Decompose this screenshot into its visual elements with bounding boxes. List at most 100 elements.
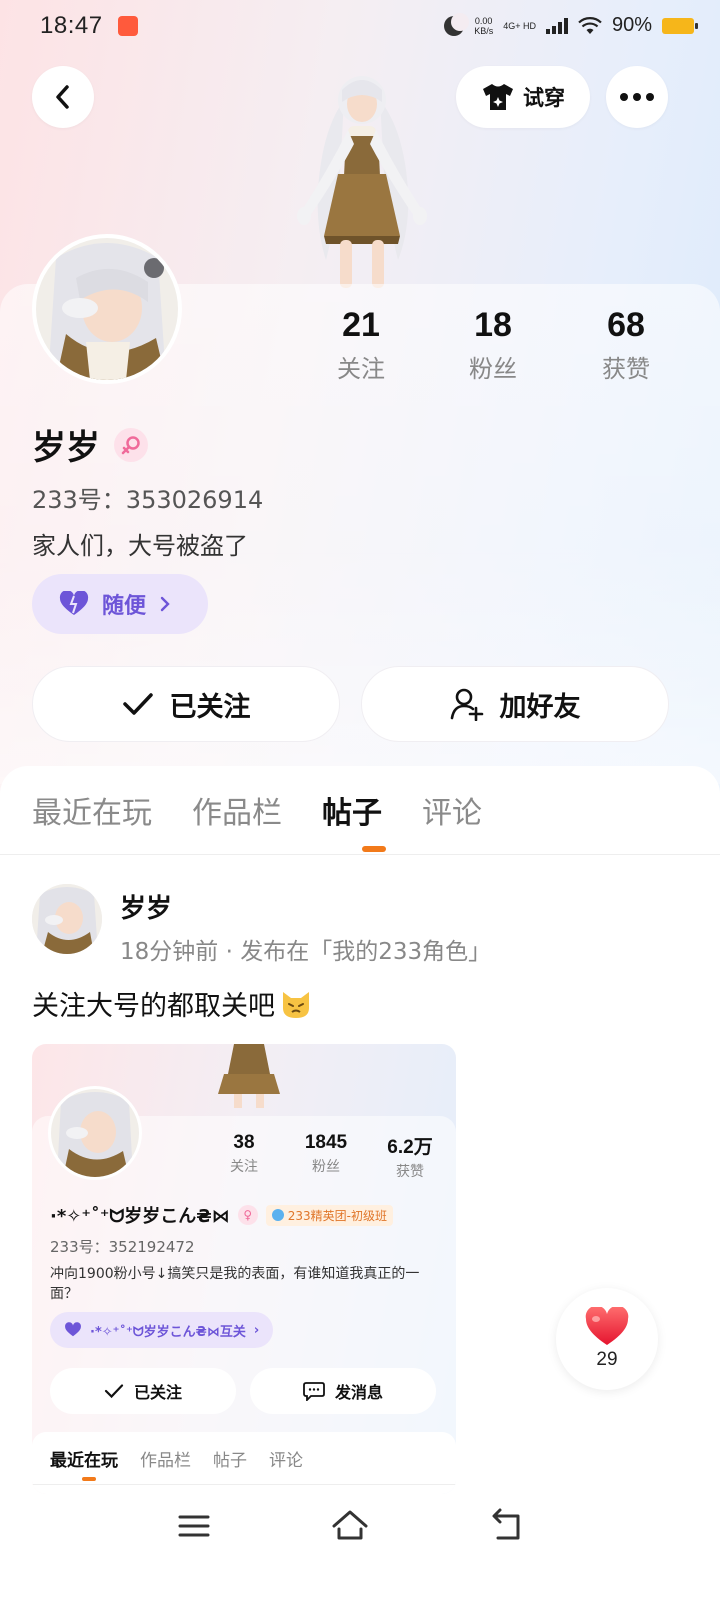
embedded-name: ·*✧⁺˚⁺ᗢ岁岁こん₴⋈	[50, 1206, 230, 1227]
embedded-following-label: 已关注	[133, 1383, 182, 1402]
more-dot-icon	[633, 93, 641, 101]
embedded-stat-label: 粉丝	[312, 1159, 340, 1175]
following-button[interactable]: 已关注	[32, 666, 340, 742]
embedded-stat-followers: 1845 粉丝	[286, 1132, 366, 1176]
stat-likes-value: 68	[607, 306, 645, 344]
status-right-group: 0.00 KB/s 4G+ HD 90%	[444, 12, 698, 37]
embedded-stat-label: 获赞	[396, 1164, 424, 1180]
profile-bio: 家人们，大号被盗了	[32, 532, 248, 560]
status-time: 18:47	[40, 12, 103, 39]
cat-face-icon	[283, 991, 309, 1018]
add-friend-button[interactable]: 加好友	[361, 666, 669, 742]
more-dot-icon	[646, 93, 654, 101]
embedded-name-row: ·*✧⁺˚⁺ᗢ岁岁こん₴⋈ ♀ 233精英团-初级班	[50, 1202, 393, 1228]
profile-name: 岁岁	[32, 428, 100, 468]
embedded-tab: 作品栏	[140, 1451, 191, 1471]
tab-works[interactable]: 作品栏	[192, 788, 282, 832]
try-on-button[interactable]: 试穿	[456, 66, 590, 128]
tab-recently-played[interactable]: 最近在玩	[32, 788, 152, 832]
add-friend-label: 加好友	[499, 691, 581, 723]
tshirt-icon	[483, 84, 513, 110]
post-author-avatar[interactable]	[32, 884, 102, 954]
embedded-stat-likes: 6.2万 获赞	[370, 1132, 450, 1181]
embedded-avatar	[48, 1086, 142, 1180]
like-button[interactable]: 29	[556, 1288, 658, 1390]
chevron-right-icon: ›	[253, 1322, 260, 1338]
relationship-tag-button[interactable]: 随便	[32, 574, 208, 634]
post-author-name[interactable]: 岁岁	[120, 888, 172, 925]
wifi-icon	[578, 16, 602, 34]
embedded-tab-indicator	[82, 1477, 96, 1481]
avatar-character-figure	[297, 76, 427, 288]
embedded-tabs-divider	[32, 1484, 456, 1485]
tabs-divider	[0, 854, 720, 855]
check-icon	[104, 1384, 124, 1399]
embedded-badge-label: 233精英团-初级班	[287, 1208, 387, 1223]
stat-following-label: 关注	[337, 355, 385, 383]
female-icon: ♀	[237, 1205, 258, 1225]
active-tab-indicator	[362, 846, 386, 852]
more-dot-icon	[620, 93, 628, 101]
embedded-tab: 评论	[269, 1451, 303, 1471]
stat-followers-label: 粉丝	[469, 355, 517, 383]
menu-icon[interactable]	[174, 1506, 214, 1546]
chevron-right-icon	[160, 596, 170, 612]
heart-icon	[59, 591, 89, 615]
embedded-following-button: 已关注	[50, 1368, 236, 1414]
status-bar: 18:47 0.00 KB/s 4G+ HD 90%	[0, 0, 720, 56]
embedded-message-label: 发消息	[334, 1383, 383, 1402]
embedded-stat-value: 38	[233, 1132, 255, 1153]
heart-icon	[585, 1307, 629, 1345]
embedded-tab: 帖子	[213, 1451, 247, 1471]
message-icon	[303, 1382, 325, 1401]
notification-app-icon	[118, 16, 138, 36]
profile-uid: 233号：353026914	[32, 486, 264, 514]
tab-comments[interactable]: 评论	[422, 788, 482, 832]
add-user-icon	[450, 688, 483, 721]
stat-followers[interactable]: 18 粉丝	[433, 306, 553, 384]
embedded-tag: ·*✧⁺˚⁺ᗢ岁岁こん₴⋈互关 ›	[50, 1312, 274, 1348]
tab-posts[interactable]: 帖子	[322, 788, 382, 832]
try-on-label: 试穿	[523, 86, 565, 110]
embedded-message-button: 发消息	[250, 1368, 436, 1414]
embedded-bio: 冲向1900粉小号↓搞笑只是我的表面，有谁知道我真正的一面？	[50, 1266, 420, 1302]
embedded-tag-label: ·*✧⁺˚⁺ᗢ岁岁こん₴⋈互关	[90, 1324, 246, 1340]
following-label: 已关注	[169, 691, 251, 723]
network-speed: 0.00 KB/s	[474, 16, 493, 36]
embedded-tabs: 最近在玩 作品栏 帖子 评论	[50, 1446, 303, 1471]
stat-likes[interactable]: 68 获赞	[566, 306, 686, 384]
signal-icon	[545, 17, 568, 34]
like-count: 29	[596, 1349, 618, 1370]
embedded-stat-following: 38 关注	[204, 1132, 284, 1176]
battery-percent: 90%	[611, 14, 652, 36]
post-meta: 18分钟前 · 发布在「我的233角色」	[120, 939, 492, 965]
network-type: 4G+ HD	[503, 20, 536, 31]
profile-tabs: 最近在玩 作品栏 帖子 评论	[32, 788, 482, 832]
stat-followers-value: 18	[474, 306, 512, 344]
home-icon[interactable]	[330, 1506, 370, 1546]
back-nav-icon[interactable]	[486, 1506, 526, 1546]
embedded-stat-value: 6.2万	[387, 1137, 433, 1158]
profile-name-row: 岁岁	[32, 420, 148, 469]
battery-icon	[662, 17, 698, 34]
female-icon	[114, 427, 148, 462]
profile-avatar[interactable]	[32, 234, 182, 384]
avatar-image	[36, 238, 178, 380]
embedded-uid: 233号：352192472	[50, 1238, 195, 1256]
relationship-tag-label: 随便	[102, 594, 147, 619]
back-button[interactable]	[32, 66, 94, 128]
post-text: 关注大号的都取关吧	[32, 984, 313, 1023]
post-image[interactable]: 38 关注 1845 粉丝 6.2万 获赞 ·*✧⁺˚⁺ᗢ岁岁こん₴⋈ ♀ 23…	[32, 1044, 456, 1494]
chevron-left-icon	[56, 85, 69, 109]
stat-following-value: 21	[342, 306, 380, 344]
more-options-button[interactable]	[606, 66, 668, 128]
check-icon	[122, 693, 153, 715]
embedded-stat-label: 关注	[230, 1159, 258, 1175]
embedded-stat-value: 1845	[304, 1132, 348, 1153]
network-speed-unit: KB/s	[474, 25, 494, 36]
stat-following[interactable]: 21 关注	[301, 306, 421, 384]
embedded-tab: 最近在玩	[50, 1451, 118, 1471]
embedded-badge: 233精英团-初级班	[265, 1204, 393, 1226]
heart-icon	[65, 1322, 81, 1337]
avatar-image	[32, 884, 102, 954]
